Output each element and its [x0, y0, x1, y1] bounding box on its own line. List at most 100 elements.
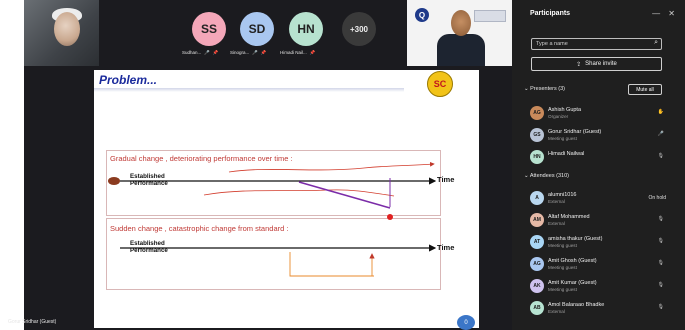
participant-name: Altaf Mohammed [548, 214, 590, 220]
avatar: AK [530, 279, 544, 293]
avatar-initials: AK [533, 283, 541, 289]
avatar[interactable]: SS [192, 12, 226, 46]
mic-off-icon: 🎙 [657, 216, 664, 222]
avatar-initials: HN [533, 154, 541, 160]
list-item[interactable]: AT amisha thakur (Guest) Meeting guest 🎙 [530, 233, 680, 253]
avatar: AT [530, 235, 544, 249]
participant-name: Amol Balaraao Bhadke [548, 302, 605, 308]
mic-off-icon: 🎙 [657, 153, 664, 159]
presenter-face [451, 10, 471, 36]
mic-off-icon: 🎙 [657, 282, 664, 288]
trend-line-upper [228, 161, 435, 173]
avatar-name-text: Sinogra... [230, 50, 250, 55]
avatar-initials: AG [533, 261, 541, 267]
participant-face [54, 12, 80, 46]
avatar[interactable]: HN [289, 12, 323, 46]
participant-name: Ashish Gupta [548, 107, 582, 113]
avatar-name: Himadi Nail... 📌 [280, 50, 315, 56]
status-badge: On hold [648, 195, 666, 201]
presenters-section-header[interactable]: ⌄ Presenters (3) [524, 86, 565, 92]
list-item[interactable]: AG Ashish Gupta Organizer ✋ [530, 104, 680, 124]
presenter-video-tile[interactable]: Q [407, 0, 512, 66]
attendees-header-text: Attendees (310) [529, 173, 569, 179]
participant-name: Gorur Sridhar (Guest) [548, 129, 602, 135]
mic-off-icon: 🎤 [204, 50, 210, 55]
participant-name: alumni1016 [548, 192, 577, 198]
sponsor-logo-icon [474, 10, 506, 22]
hand-raise-icon: ✋ [657, 109, 664, 115]
mic-off-icon: 🎤 [252, 50, 258, 55]
attendees-section-header[interactable]: ⌄ Attendees (310) [524, 173, 569, 179]
chevron-down-icon: ⌄ [524, 86, 529, 92]
minimize-icon[interactable]: — [652, 9, 660, 18]
avatar-initials: SD [248, 22, 266, 36]
avatar: AG [530, 257, 544, 271]
list-item[interactable]: AK Amit Kumar (Guest) Meeting guest 🎙 [530, 277, 680, 297]
mic-off-icon: 🎙 [657, 238, 664, 244]
avatar: HN [530, 150, 544, 164]
more-participants-button[interactable]: +300 [342, 12, 376, 46]
avatar-initials: AB [533, 305, 541, 311]
pin-icon: 📌 [260, 50, 267, 55]
list-item[interactable]: A alumni1016 External On hold [530, 189, 680, 209]
list-item[interactable]: AM Altaf Mohammed External 🎙 [530, 211, 680, 231]
participant-name: Amit Ghosh (Guest) [548, 258, 597, 264]
chevron-down-icon: ⌄ [524, 173, 529, 179]
avatar-initials: AT [533, 239, 541, 245]
presenters-header-text: Presenters (3) [530, 86, 565, 92]
avatar: AM [530, 213, 544, 227]
participant-role: Meeting guest [548, 136, 577, 141]
list-item[interactable]: AG Amit Ghosh (Guest) Meeting guest 🎙 [530, 255, 680, 275]
pin-icon: 📌 [212, 50, 219, 55]
avatar: A [530, 191, 544, 205]
mic-icon: 🎤 [657, 131, 664, 137]
brand-logo-icon: Q [415, 8, 429, 22]
avatar: AB [530, 301, 544, 315]
participant-role: Organizer [548, 114, 569, 119]
participant-avatar-strip: SS Sudhan... 🎤 📌 SD Sinogra... 🎤 📌 HN Himadi… [172, 8, 382, 62]
slide-number-badge[interactable]: 0 [457, 315, 475, 330]
avatar-name: Sudhan... 🎤 📌 [182, 50, 218, 56]
panel-controls: — ✕ [652, 9, 675, 18]
avatar-name: Sinogra... 🎤 📌 [230, 50, 266, 56]
share-icon: ⇪ [576, 61, 582, 68]
slide-diagram [108, 161, 437, 277]
share-invite-label: Share invite [585, 61, 617, 67]
participant-role: Meeting guest [548, 287, 577, 292]
participant-role: Meeting guest [548, 243, 577, 248]
participant-role: Meeting guest [548, 265, 577, 270]
mic-off-icon: 🎙 [657, 260, 664, 266]
list-item[interactable]: HN Himadi Nailwal 🎙 [530, 148, 680, 168]
avatar[interactable]: SD [240, 12, 274, 46]
avatar: AG [530, 106, 544, 120]
presenter-body [437, 34, 485, 66]
sudden-drop-line [289, 252, 374, 277]
list-item[interactable]: AB Amol Balaraao Bhadke External 🎙 [530, 299, 680, 319]
pin-icon: 📌 [309, 50, 316, 55]
meeting-stage: SS Sudhan... 🎤 📌 SD Sinogra... 🎤 📌 HN Himadi… [24, 0, 512, 330]
avatar-initials: GS [533, 132, 541, 138]
avatar-initials: A [535, 195, 539, 201]
close-icon[interactable]: ✕ [668, 9, 675, 18]
list-item[interactable]: GS Gorur Sridhar (Guest) Meeting guest 🎤 [530, 126, 680, 146]
end-marker [387, 214, 393, 220]
avatar: GS [530, 128, 544, 142]
participant-video-tile[interactable] [24, 0, 99, 66]
participants-panel: Participants — ✕ ⌕ ⇪ Share invite ⌄ Pres… [512, 0, 685, 330]
participant-role: External [548, 199, 565, 204]
share-invite-button[interactable]: ⇪ Share invite [531, 57, 662, 71]
mute-all-button[interactable]: Mute all [628, 84, 662, 95]
search-icon[interactable]: ⌕ [654, 39, 658, 47]
shared-slide: Problem... SC Gradual change , deteriora… [94, 70, 479, 328]
participant-role: External [548, 221, 565, 226]
participant-name: amisha thakur (Guest) [548, 236, 603, 242]
avatar-initials: AM [533, 217, 541, 223]
participant-search[interactable]: ⌕ [531, 38, 662, 50]
avatar-initials: SS [200, 22, 217, 36]
participant-name: Himadi Nailwal [548, 151, 585, 157]
search-input[interactable] [536, 40, 646, 48]
deteriorating-line [298, 181, 391, 209]
participants-title: Participants [530, 10, 571, 17]
mic-off-icon: 🎙 [657, 304, 664, 310]
avatar-name-text: Sudhan... [182, 50, 202, 55]
